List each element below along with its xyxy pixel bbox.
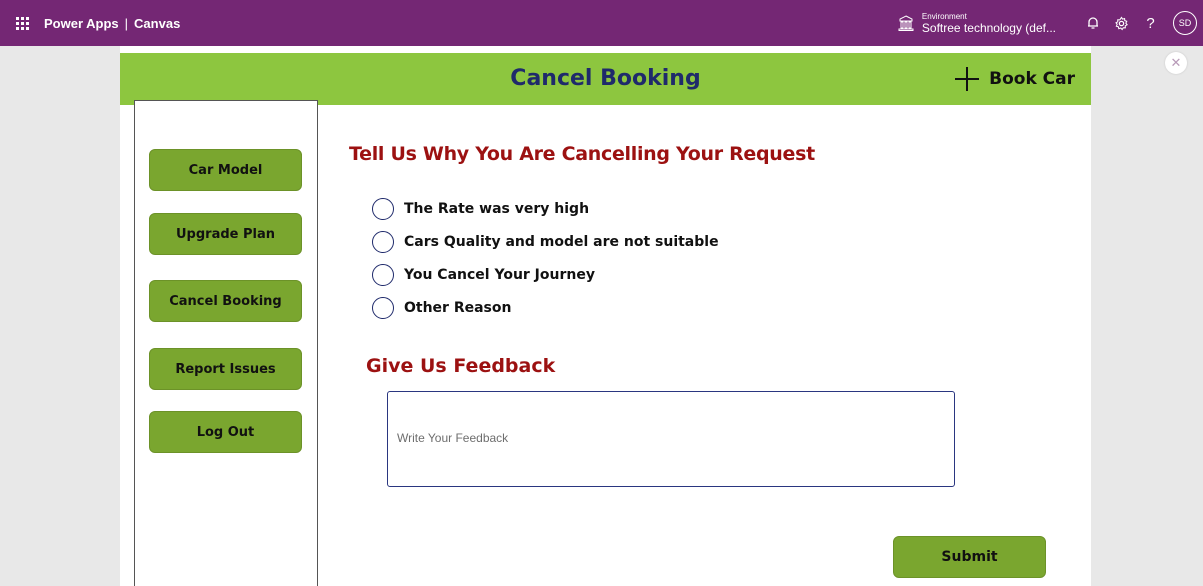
title-separator: | xyxy=(124,15,129,31)
option-label: Cars Quality and model are not suitable xyxy=(404,234,719,250)
bell-icon xyxy=(1087,17,1098,29)
upgrade-plan-button[interactable]: Upgrade Plan xyxy=(149,213,302,255)
app-launcher-button[interactable] xyxy=(0,0,44,46)
option-label: Other Reason xyxy=(404,300,512,316)
app-top-bar: Power Apps | Canvas Environment Softree … xyxy=(0,0,1203,46)
reason-option-quality[interactable]: Cars Quality and model are not suitable xyxy=(372,230,719,254)
environment-name: Softree technology (def... xyxy=(921,20,1056,35)
close-icon: ✕ xyxy=(1170,55,1182,70)
log-out-button[interactable]: Log Out xyxy=(149,411,302,453)
screen-header: Cancel Booking Book Car xyxy=(120,53,1091,105)
reason-option-rate-high[interactable]: The Rate was very high xyxy=(372,197,589,221)
environment-icon xyxy=(898,15,914,31)
feedback-heading: Give Us Feedback xyxy=(366,355,556,377)
reason-option-other[interactable]: Other Reason xyxy=(372,296,511,320)
app-name[interactable]: Power Apps xyxy=(44,16,119,31)
sidebar: Car Model Upgrade Plan Cancel Booking Re… xyxy=(134,100,318,586)
environment-picker[interactable]: Environment Softree technology (def... xyxy=(898,11,1056,35)
cancel-reason-heading: Tell Us Why You Are Cancelling Your Requ… xyxy=(349,143,815,165)
car-model-button[interactable]: Car Model xyxy=(149,149,302,191)
radio-icon[interactable] xyxy=(372,297,394,319)
report-issues-button[interactable]: Report Issues xyxy=(149,348,302,390)
avatar[interactable]: SD xyxy=(1173,11,1197,35)
app-title: Power Apps | Canvas xyxy=(44,16,180,31)
radio-icon[interactable] xyxy=(372,198,394,220)
feedback-input[interactable] xyxy=(387,391,955,487)
plus-icon xyxy=(955,67,980,91)
app-canvas: Cancel Booking Book Car Car Model Upgrad… xyxy=(120,46,1091,586)
top-bar-actions: Environment Softree technology (def... ?… xyxy=(898,0,1203,46)
help-button[interactable]: ? xyxy=(1136,0,1165,46)
option-label: The Rate was very high xyxy=(404,201,590,217)
environment-text: Environment Softree technology (def... xyxy=(921,11,1056,35)
gear-icon xyxy=(1115,15,1128,30)
reason-option-journey-cancelled[interactable]: You Cancel Your Journey xyxy=(372,263,595,287)
cancel-booking-button[interactable]: Cancel Booking xyxy=(149,280,302,322)
environment-label: Environment xyxy=(921,11,967,21)
radio-icon[interactable] xyxy=(372,264,394,286)
radio-icon[interactable] xyxy=(372,231,394,253)
option-label: You Cancel Your Journey xyxy=(404,267,595,283)
waffle-icon xyxy=(15,16,29,30)
app-mode: Canvas xyxy=(134,15,181,31)
book-car-label: Book Car xyxy=(989,69,1075,89)
settings-button[interactable] xyxy=(1107,0,1136,46)
submit-button[interactable]: Submit xyxy=(893,536,1046,578)
notifications-button[interactable] xyxy=(1078,0,1107,46)
page-title: Cancel Booking xyxy=(510,66,701,91)
book-car-button[interactable]: Book Car xyxy=(955,61,1075,97)
help-icon: ? xyxy=(1146,14,1155,32)
close-preview-button[interactable]: ✕ xyxy=(1165,52,1187,74)
